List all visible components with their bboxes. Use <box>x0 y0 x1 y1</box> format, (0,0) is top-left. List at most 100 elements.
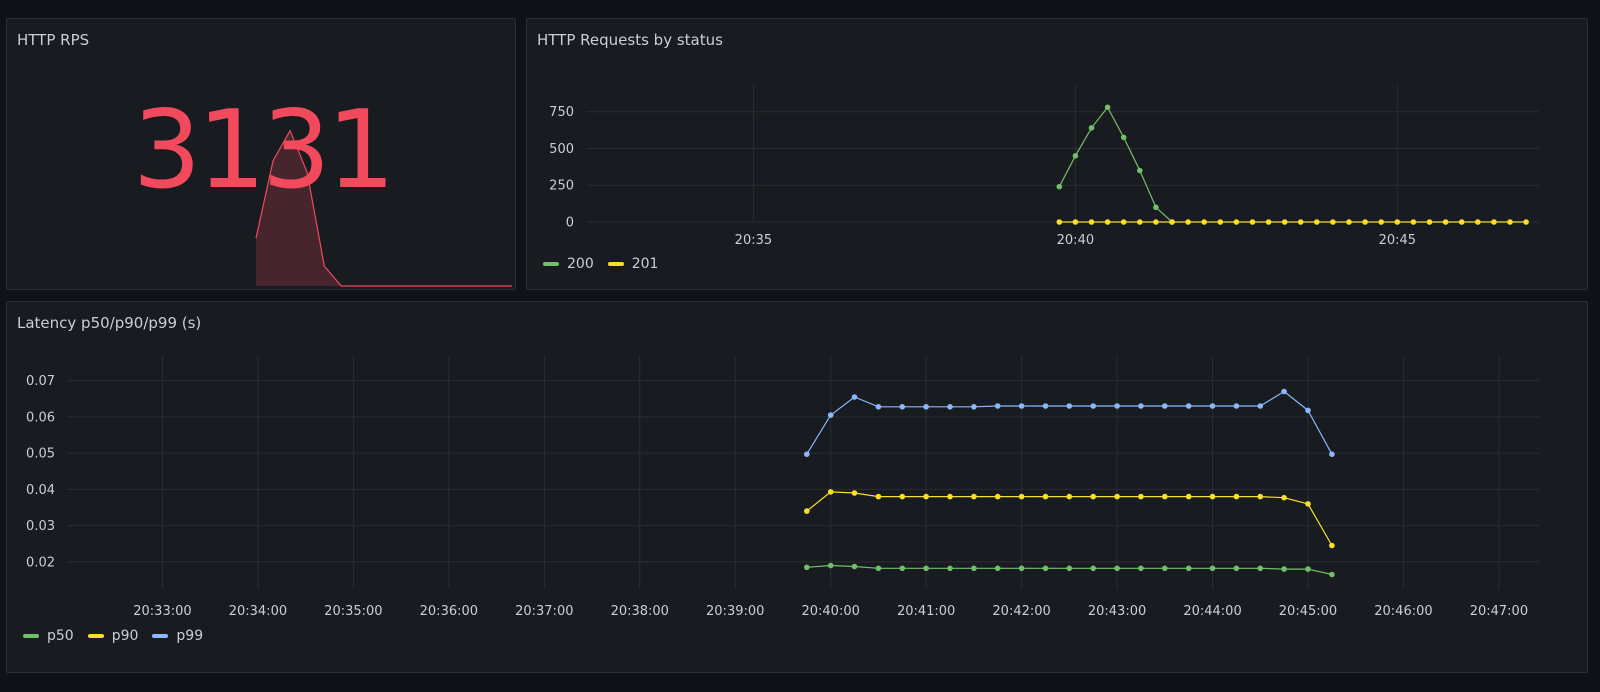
data-point <box>1120 134 1127 141</box>
data-point <box>851 394 858 400</box>
legend-item-200[interactable]: 200 <box>543 256 594 272</box>
legend-swatch <box>152 634 169 638</box>
data-point <box>1330 219 1336 225</box>
data-point <box>1153 219 1159 225</box>
data-point <box>1378 219 1384 225</box>
data-point <box>851 563 858 570</box>
y-tick-label: 0 <box>566 216 574 231</box>
data-point <box>1257 565 1264 572</box>
data-point <box>1265 219 1272 225</box>
legend-item-201[interactable]: 201 <box>607 256 658 272</box>
data-point <box>827 562 834 569</box>
x-tick-label: 20:33:00 <box>133 604 191 619</box>
x-tick-label: 20:46:00 <box>1374 604 1432 619</box>
data-point <box>1114 493 1120 500</box>
x-tick-label: 20:45:00 <box>1279 604 1337 619</box>
data-point <box>1297 219 1304 225</box>
data-point <box>1257 403 1264 409</box>
data-point <box>1042 565 1049 572</box>
data-point <box>971 565 977 572</box>
y-tick-label: 500 <box>549 142 574 157</box>
series-201 <box>1056 219 1529 225</box>
data-point <box>1185 493 1192 500</box>
legend-swatch <box>87 634 104 638</box>
legend-swatch <box>607 262 624 266</box>
series-line-p90 <box>806 491 1333 546</box>
x-tick-label: 20:36:00 <box>420 604 478 619</box>
data-point <box>1066 565 1073 572</box>
http-requests-by-status-panel[interactable]: HTTP Requests by status 20:35 20:40 20:45 0… <box>526 18 1588 290</box>
data-point <box>1233 493 1240 500</box>
data-point <box>1362 219 1368 225</box>
data-point <box>1138 565 1144 572</box>
data-point <box>1169 219 1175 225</box>
data-point <box>1104 104 1111 111</box>
data-point <box>827 489 834 495</box>
data-point <box>1072 219 1079 225</box>
legend-item-p50[interactable]: p50 <box>23 628 74 644</box>
legend-label: p99 <box>176 628 204 644</box>
data-point <box>1281 388 1287 395</box>
data-point <box>1090 565 1096 572</box>
legend-item-p90[interactable]: p90 <box>87 628 138 644</box>
y-tick-label: 0.06 <box>26 410 55 425</box>
legend-item-p99[interactable]: p99 <box>152 628 203 644</box>
latency-chart[interactable]: 20:33:00 20:34:00 20:35:00 20:36:00 20:37:00… <box>7 302 1588 673</box>
y-tick-label: 250 <box>549 179 574 194</box>
chart-legend: p50 p90 p99 <box>23 628 203 644</box>
data-point <box>1162 565 1168 572</box>
x-tick-label: 20:40:00 <box>801 604 859 619</box>
data-point <box>1042 493 1049 500</box>
legend-label: p50 <box>47 628 74 644</box>
data-point <box>1346 219 1352 225</box>
x-tick-label: 20:47:00 <box>1470 604 1528 619</box>
series-p50 <box>804 562 1335 578</box>
data-point <box>899 404 906 410</box>
stat-value: 3131 <box>132 88 396 213</box>
data-point <box>1329 542 1335 549</box>
data-point <box>1442 219 1449 225</box>
legend-swatch <box>543 262 559 266</box>
data-point <box>804 451 810 457</box>
http-rps-panel[interactable]: HTTP RPS 3131 <box>6 18 516 290</box>
data-point <box>1138 493 1144 500</box>
data-point <box>804 508 810 514</box>
x-tick-label: 20:44:00 <box>1183 604 1241 619</box>
data-point <box>947 493 953 500</box>
series-line-p99 <box>806 390 1333 455</box>
data-point <box>1090 403 1096 409</box>
data-point <box>851 490 858 496</box>
data-point <box>1281 494 1287 501</box>
data-point <box>1491 219 1497 225</box>
data-point <box>1114 403 1120 409</box>
y-tick-label: 0.07 <box>26 374 55 389</box>
data-point <box>1090 493 1096 500</box>
data-point <box>1410 219 1417 225</box>
data-point <box>1056 219 1063 225</box>
data-point <box>1104 219 1111 225</box>
data-point <box>1507 219 1513 225</box>
y-tick-label: 0.03 <box>26 519 55 534</box>
data-point <box>1018 565 1025 572</box>
status-chart[interactable]: 20:35 20:40 20:45 0 250 500 750 <box>527 19 1588 290</box>
chart-legend: 200 201 <box>543 256 658 272</box>
data-point <box>1523 219 1529 225</box>
x-tick-label: 20:41:00 <box>897 604 955 619</box>
data-point <box>1217 219 1224 225</box>
data-point <box>1257 493 1264 500</box>
latency-panel[interactable]: Latency p50/p90/p99 (s) 20:33:00 20:34:00… <box>6 301 1588 673</box>
data-point <box>1137 167 1143 174</box>
data-point <box>1233 565 1240 572</box>
data-point <box>1185 403 1192 409</box>
data-point <box>1394 219 1401 225</box>
data-point <box>1185 565 1192 572</box>
legend-label: 200 <box>567 256 594 272</box>
data-point <box>875 493 882 500</box>
data-point <box>1305 566 1311 572</box>
data-point <box>875 404 882 410</box>
data-point <box>1475 219 1481 225</box>
series-200 <box>1056 104 1175 225</box>
data-point <box>899 565 906 572</box>
y-tick-label: 750 <box>549 105 574 120</box>
data-point <box>1114 565 1120 572</box>
